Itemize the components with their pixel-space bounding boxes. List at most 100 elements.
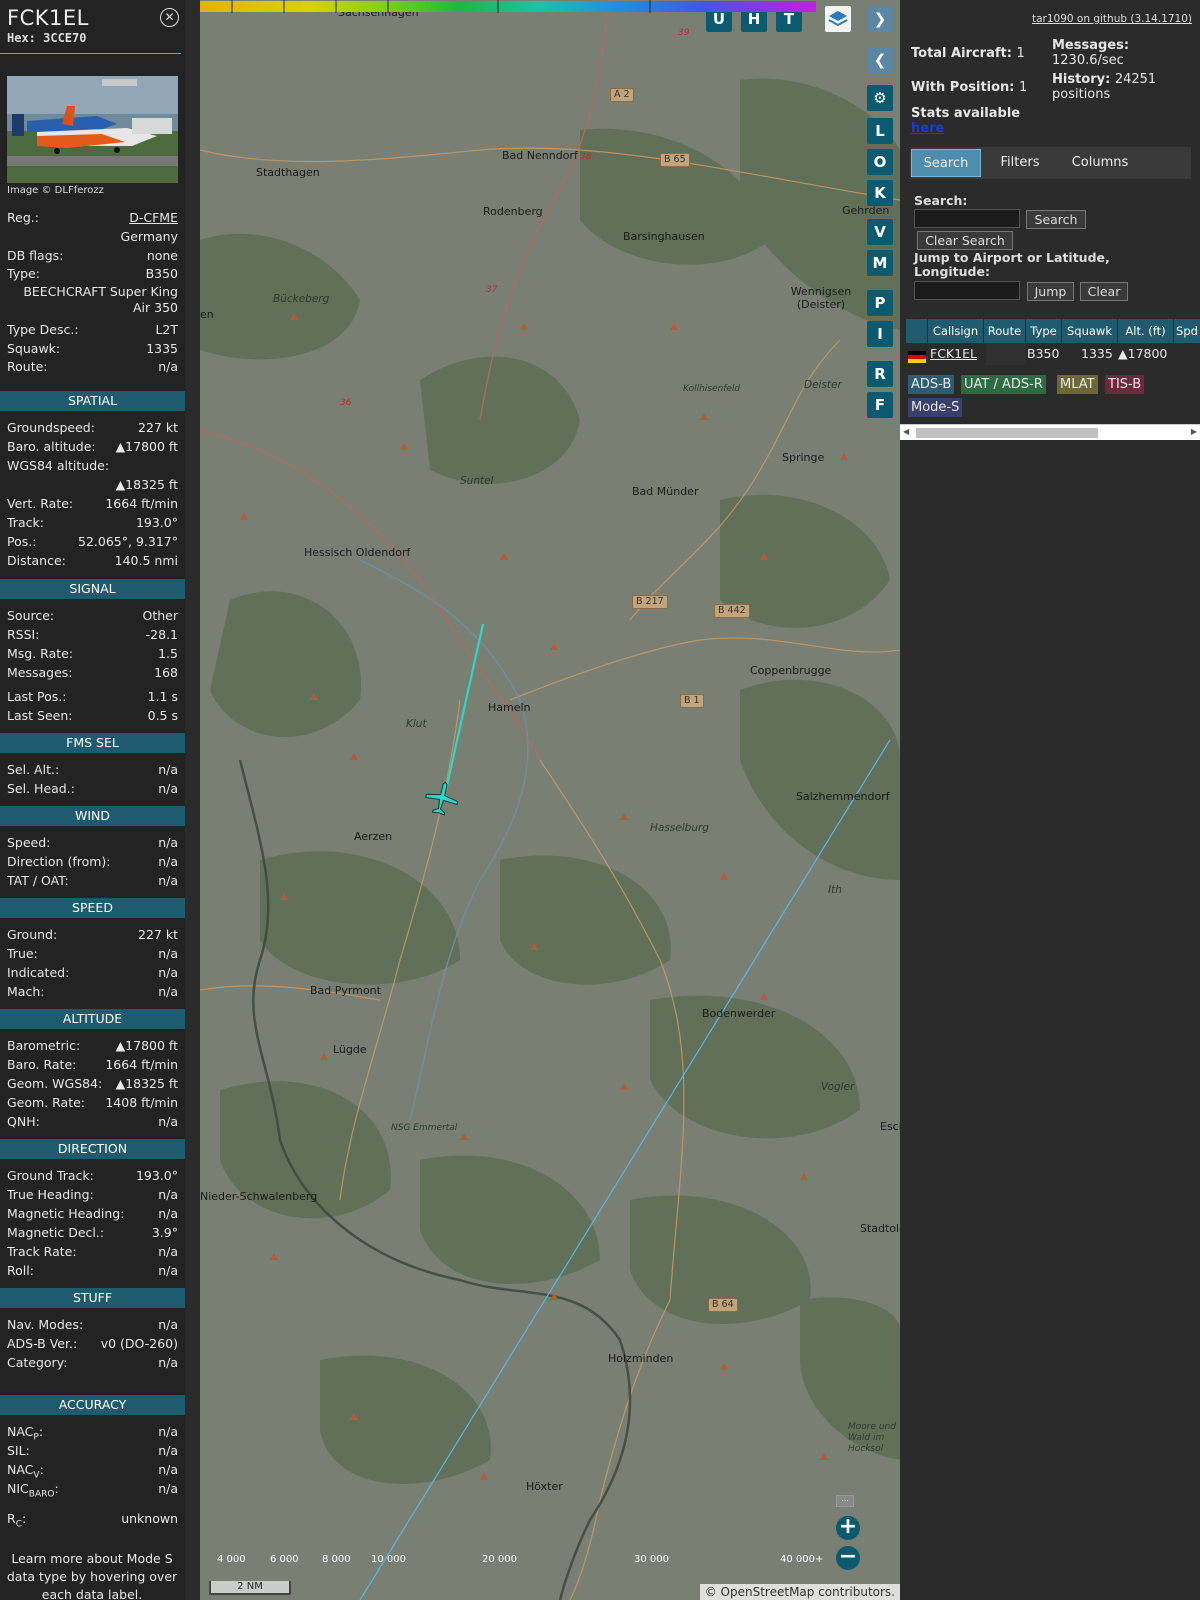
scale-bar: 2 NM bbox=[209, 1581, 291, 1595]
chevron-right-icon[interactable]: ❯ bbox=[867, 6, 893, 32]
table-horizontal-scrollbar[interactable]: ◀ ▶ bbox=[900, 424, 1200, 440]
hex-code: Hex: 3CCE70 bbox=[7, 31, 87, 45]
place-label: Vogler bbox=[821, 1081, 855, 1093]
jump-button[interactable]: Jump bbox=[1027, 282, 1074, 301]
rc-row: RC: unknown bbox=[7, 1511, 178, 1530]
badge-uat-adsr[interactable]: UAT / ADS-R bbox=[961, 375, 1046, 394]
toggle-f-button[interactable]: F bbox=[867, 392, 893, 418]
road-shield: B 64 bbox=[708, 1298, 738, 1312]
place-label: Ith bbox=[828, 884, 842, 896]
place-label: Wennigsen (Deister) bbox=[790, 285, 852, 311]
barometric-row: Barometric: ▲17800 ft bbox=[7, 1038, 178, 1053]
row-type: B350 bbox=[1027, 346, 1060, 361]
reg-row: Reg.: D-CFME bbox=[7, 209, 178, 227]
place-label: Esch bbox=[880, 1120, 900, 1133]
search-input[interactable] bbox=[914, 209, 1020, 228]
badge-adsb[interactable]: ADS-B bbox=[908, 375, 955, 394]
aircraft-icon[interactable] bbox=[423, 779, 461, 817]
column-flag[interactable] bbox=[906, 319, 928, 343]
road-shield: B 442 bbox=[714, 604, 750, 618]
badge-mlat[interactable]: MLAT bbox=[1057, 375, 1098, 394]
scroll-right-icon[interactable]: ▶ bbox=[1191, 427, 1197, 436]
adsb-version-row: ADS-B Ver.: v0 (DO-260) bbox=[7, 1336, 178, 1351]
toggle-v-button[interactable]: V bbox=[867, 219, 893, 245]
stats-available: Stats available here bbox=[911, 106, 1021, 136]
zoom-grid-icon[interactable]: ⋯ bbox=[836, 1495, 854, 1507]
place-label: Barsinghausen bbox=[623, 230, 705, 243]
toggle-i-button[interactable]: I bbox=[867, 321, 893, 347]
map-attribution[interactable]: © OpenStreetMap contributors. bbox=[699, 1584, 900, 1600]
aircraft-photo[interactable] bbox=[7, 76, 178, 183]
close-icon[interactable]: ✕ bbox=[160, 8, 179, 27]
aircraft-list-panel: tar1090 on github (3.14.1710) Total Airc… bbox=[900, 0, 1200, 1600]
search-button[interactable]: Search bbox=[1026, 210, 1086, 229]
place-label: Deister bbox=[804, 379, 842, 391]
github-link[interactable]: tar1090 on github (3.14.1710) bbox=[1032, 13, 1192, 25]
route-row: Route: n/a bbox=[7, 359, 178, 374]
clear-search-button[interactable]: Clear Search bbox=[917, 231, 1013, 250]
wgs84-altitude-value: ▲18325 ft bbox=[115, 477, 178, 492]
legend-label: 20 000 bbox=[482, 1554, 517, 1565]
last-pos-row: Last Pos.: 1.1 s bbox=[7, 689, 178, 704]
section-wind: WIND bbox=[0, 806, 185, 826]
badge-mode-s[interactable]: Mode-S bbox=[908, 398, 963, 417]
toggle-r-button[interactable]: R bbox=[867, 361, 893, 387]
column-route[interactable]: Route bbox=[984, 319, 1026, 343]
column-type[interactable]: Type bbox=[1026, 319, 1062, 343]
column-callsign[interactable]: Callsign bbox=[928, 319, 984, 343]
zoom-in-icon[interactable]: + bbox=[836, 1516, 860, 1540]
toggle-p-button[interactable]: P bbox=[867, 290, 893, 316]
column-squawk[interactable]: Squawk bbox=[1062, 319, 1118, 343]
toggle-m-button[interactable]: M bbox=[867, 250, 893, 276]
toggle-k-button[interactable]: K bbox=[867, 180, 893, 206]
wgs84-altitude-row: WGS84 altitude: bbox=[7, 458, 110, 473]
germany-flag-icon bbox=[908, 348, 926, 363]
column-speed[interactable]: Spd bbox=[1174, 319, 1200, 343]
legend-label: 8 000 bbox=[322, 1554, 351, 1565]
registration-link[interactable]: D-CFME bbox=[129, 209, 178, 227]
place-label: Salzhemmendorf bbox=[796, 790, 890, 803]
tat-oat-row: TAT / OAT: n/a bbox=[7, 873, 178, 888]
row-callsign[interactable]: FCK1EL bbox=[930, 343, 977, 365]
toggle-o-button[interactable]: O bbox=[867, 149, 893, 175]
place-label: Aerzen bbox=[354, 830, 393, 843]
info-header: FCK1EL Hex: 3CCE70 bbox=[0, 0, 181, 54]
toggle-l-button[interactable]: L bbox=[867, 118, 893, 144]
column-altitude[interactable]: Alt. (ft) bbox=[1118, 319, 1174, 343]
map-view[interactable]: Sachsenhagen Stadthagen Bad Nenndorf Rod… bbox=[200, 0, 900, 1600]
type-row: Type: B350 bbox=[7, 266, 178, 281]
road-number: 36 bbox=[340, 398, 352, 408]
nacv-row: NACV: n/a bbox=[7, 1462, 178, 1481]
position-row: Pos.: 52.065°, 9.317° bbox=[7, 534, 178, 549]
indicated-speed-row: Indicated: n/a bbox=[7, 965, 178, 980]
tab-search[interactable]: Search bbox=[911, 149, 981, 177]
category-row: Category: n/a bbox=[7, 1355, 178, 1370]
tab-columns[interactable]: Columns bbox=[1060, 149, 1140, 177]
table-scrollbar-thumb[interactable] bbox=[916, 428, 1098, 438]
table-row[interactable]: FCK1EL B350 1335 ▲17800 bbox=[906, 343, 1200, 365]
chevron-left-icon[interactable]: ❮ bbox=[867, 47, 893, 73]
baro-altitude-row: Baro. altitude: ▲17800 ft bbox=[7, 439, 178, 454]
altitude-color-legend bbox=[200, 0, 816, 13]
sel-alt-row: Sel. Alt.: n/a bbox=[7, 762, 178, 777]
place-label: Stadthagen bbox=[256, 166, 320, 179]
jump-input[interactable] bbox=[914, 281, 1020, 300]
ground-track-row: Ground Track: 193.0° bbox=[7, 1168, 178, 1183]
place-label: Hasselburg bbox=[650, 822, 709, 834]
row-altitude: ▲17800 bbox=[1118, 346, 1168, 361]
geom-rate-row: Geom. Rate: 1408 ft/min bbox=[7, 1095, 178, 1110]
layers-icon[interactable] bbox=[825, 6, 851, 32]
nacp-row: NACP: n/a bbox=[7, 1424, 178, 1443]
road-shield: A 2 bbox=[610, 88, 634, 102]
badge-tisb[interactable]: TIS-B bbox=[1105, 375, 1145, 394]
scroll-left-icon[interactable]: ◀ bbox=[903, 427, 909, 436]
stats-link[interactable]: here bbox=[911, 121, 1020, 136]
clear-button[interactable]: Clear bbox=[1080, 282, 1128, 301]
last-seen-row: Last Seen: 0.5 s bbox=[7, 708, 178, 723]
magnetic-decl-row: Magnetic Decl.: 3.9° bbox=[7, 1225, 178, 1240]
tab-filters[interactable]: Filters bbox=[985, 149, 1055, 177]
road-number: 37 bbox=[486, 285, 498, 295]
gear-icon[interactable]: ⚙ bbox=[867, 85, 893, 111]
zoom-out-icon[interactable]: − bbox=[836, 1546, 860, 1570]
legend-label: 40 000+ bbox=[780, 1554, 824, 1565]
